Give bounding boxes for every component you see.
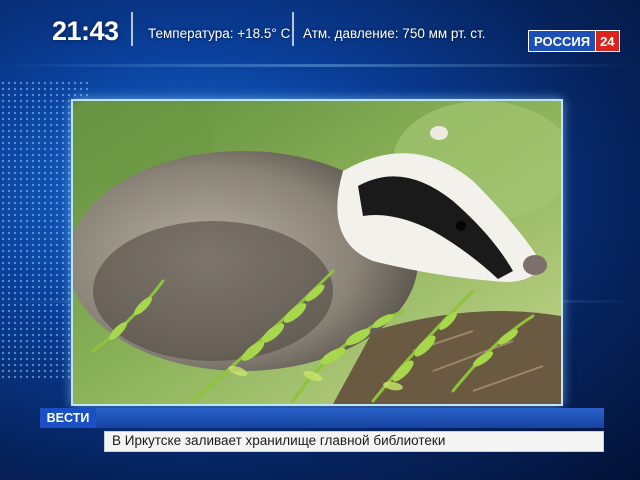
badger-photo-illustration [73, 101, 561, 404]
channel-logo: РОССИЯ 24 [528, 30, 620, 52]
vesti-label: ВЕСТИ [40, 408, 96, 428]
weather-pressure: Атм. давление: 750 мм рт. ст. [303, 26, 486, 41]
lower-third-bar [96, 408, 604, 428]
channel-logo-name: РОССИЯ [528, 30, 597, 52]
headline-text: В Иркутске заливает хранилище главной би… [112, 433, 446, 448]
channel-logo-number: 24 [596, 30, 620, 52]
ticker-separator [292, 12, 294, 46]
weather-temperature: Температура: +18.5° C [148, 26, 291, 41]
ticker-separator [131, 12, 133, 46]
clock: 21:43 [52, 16, 119, 46]
news-photo-badger [71, 99, 563, 406]
background-streak [0, 64, 640, 67]
